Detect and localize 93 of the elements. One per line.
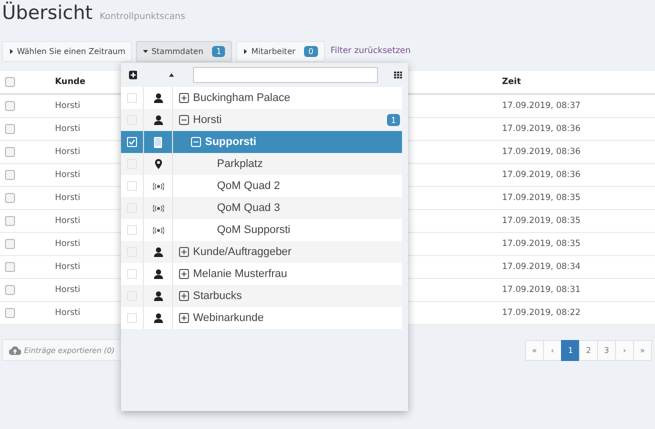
table-cell-text: Horsti [55,124,82,134]
caret-up-icon[interactable] [169,73,175,77]
page-button[interactable]: » [633,340,652,360]
checkbox[interactable] [5,77,15,87]
count-badge: 1 [386,114,400,126]
person-icon [154,247,162,257]
person-icon [154,269,162,279]
tree-label: Buckingham Palace [193,92,290,104]
search-field[interactable] [192,67,378,83]
checkbox[interactable] [5,170,15,180]
tree-label: Melanie Musterfrau [193,268,288,280]
plus-square-icon[interactable] [179,313,189,323]
tree-label: Webinarkunde [193,312,264,324]
tree-item[interactable]: QoM Quad 2 [121,175,402,197]
checkbox[interactable] [5,147,15,157]
tablet-icon [154,136,162,148]
plus-square-icon[interactable] [179,93,189,103]
tree-label: QoM Quad 3 [217,202,280,214]
tree-item[interactable]: Webinarkunde [121,307,402,329]
map-pin-icon [154,159,162,169]
tree-item[interactable]: Buckingham Palace [121,87,402,109]
tree-item[interactable]: Parkplatz [121,153,402,175]
tree-label: QoM Supporsti [217,224,290,236]
tree-item[interactable]: Horsti 1 [121,109,402,131]
table-cell-text: 17.09.2019, 08:22 [502,308,582,318]
signal-icon [152,226,164,234]
filter-button[interactable]: Wählen Sie einen Zeitraum [2,40,132,62]
table-cell-text: 17.09.2019, 08:35 [502,193,582,203]
table-cell-text: 17.09.2019, 08:37 [502,101,582,111]
tree-label: Kunde/Auftraggeber [193,246,292,258]
table-cell-text: Horsti [55,285,82,295]
cloud-upload-icon [9,346,21,354]
table-cell-text: 17.09.2019, 08:36 [502,147,582,157]
checkbox[interactable] [5,239,15,249]
person-icon [154,291,162,301]
caret-icon [9,48,14,54]
checkbox[interactable] [5,124,15,134]
table-cell-text: Horsti [55,170,82,180]
table-cell-text: Horsti [55,308,82,318]
plus-square-icon[interactable] [179,291,189,301]
person-icon [154,313,162,323]
checkbox[interactable] [5,285,15,295]
count-badge: 0 [304,46,318,56]
column-header[interactable]: Zeit [502,77,655,87]
tree-label: QoM Quad 2 [217,180,280,192]
table-cell-text: 17.09.2019, 08:35 [502,216,582,226]
checkbox[interactable] [5,262,15,272]
tree-item[interactable]: Kunde/Auftraggeber [121,241,402,263]
table-cell-text: Horsti [55,101,82,111]
plus-square-icon[interactable] [179,247,189,257]
caret-icon [143,48,148,54]
table-cell-text: Horsti [55,147,82,157]
tree-label: Starbucks [193,290,242,302]
signal-icon [152,182,164,190]
tree-item[interactable]: QoM Quad 3 [121,197,402,219]
table-cell-text: 17.09.2019, 08:35 [502,239,582,249]
person-icon [154,93,162,103]
filter-button[interactable]: Stammdaten 1 [136,40,232,62]
page-subtitle: Kontrollpunktscans [100,12,186,22]
page-button[interactable]: 1 [561,340,580,360]
page-button[interactable]: « [525,340,544,360]
grid-icon[interactable] [394,71,402,79]
page-button[interactable]: 2 [579,340,598,360]
signal-icon [152,204,164,212]
tree-item[interactable]: Starbucks [121,285,402,307]
filter-button[interactable]: Mitarbeiter 0 [236,40,324,62]
plus-square-icon[interactable] [179,269,189,279]
caret-icon [243,48,248,54]
table-cell-text: Horsti [55,216,82,226]
count-badge: 1 [212,46,226,56]
tree-label: Parkplatz [217,158,263,170]
page-button[interactable]: › [615,340,634,360]
checkbox[interactable] [5,308,15,318]
checkbox[interactable] [5,216,15,226]
table-cell-text: 17.09.2019, 08:31 [502,285,582,295]
tree-item[interactable]: QoM Supporsti [121,219,402,241]
checkbox[interactable] [5,193,15,203]
minus-square-icon[interactable] [179,115,189,125]
checkbox[interactable] [5,101,15,111]
tree-item[interactable]: Melanie Musterfrau [121,263,402,285]
page-button[interactable]: ‹ [543,340,562,360]
table-cell-text: Horsti [55,262,82,272]
table-cell-text: 17.09.2019, 08:36 [502,170,582,180]
tree-label: Supporsti [205,136,256,148]
table-cell-text: Horsti [55,193,82,203]
reset-filter-link[interactable]: Filter zurücksetzen [330,46,411,56]
table-cell-text: 17.09.2019, 08:36 [502,124,582,134]
table-cell-text: 17.09.2019, 08:34 [502,262,582,272]
page-title: Übersicht [2,2,93,24]
page-button[interactable]: 3 [597,340,616,360]
table-cell-text: Horsti [55,239,82,249]
person-icon [154,115,162,125]
tree-label: Horsti [193,114,222,126]
